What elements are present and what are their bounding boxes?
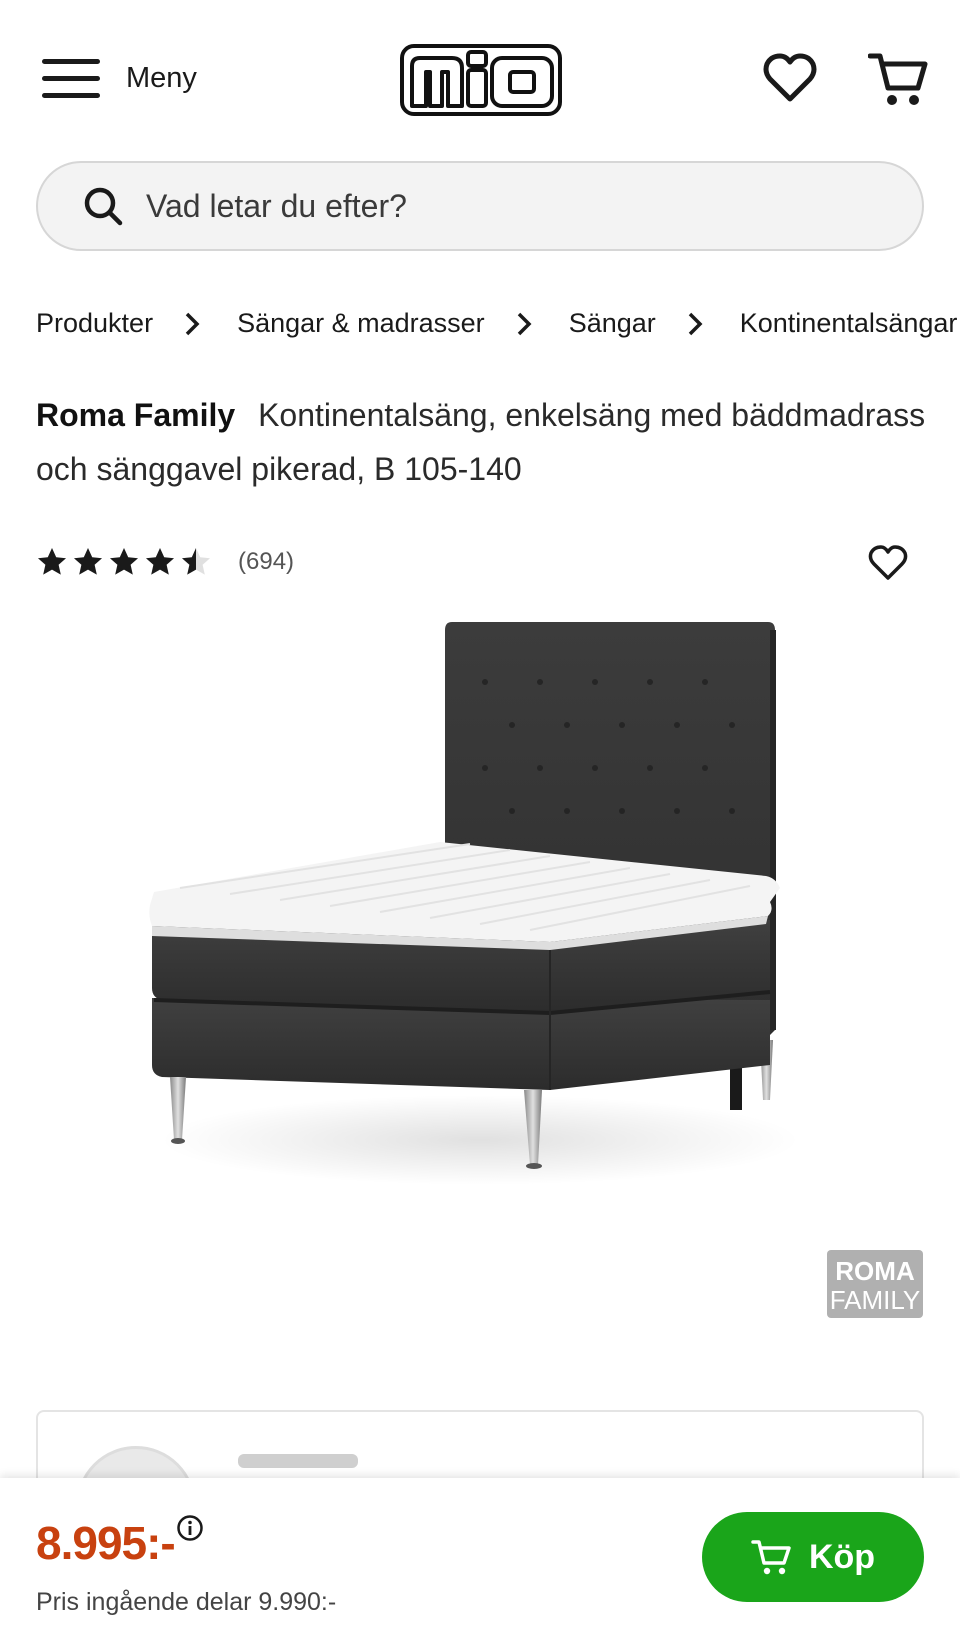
mio-logo[interactable]	[400, 44, 562, 116]
chevron-right-icon	[517, 312, 532, 335]
product-title: Roma Family Kontinentalsäng, enkelsäng m…	[36, 388, 936, 496]
breadcrumb: Produkter Sängar & madrasser Sängar Kont…	[36, 308, 957, 339]
option-label-placeholder	[238, 1454, 358, 1468]
star-icon	[38, 548, 66, 575]
chevron-right-icon	[185, 312, 200, 335]
breadcrumb-item-sangar-madrasser[interactable]: Sängar & madrasser	[237, 308, 485, 339]
header: Meny	[0, 0, 960, 160]
search-input[interactable]	[146, 187, 866, 225]
star-icon	[146, 548, 174, 575]
buy-button[interactable]: Köp	[702, 1512, 924, 1602]
brand-badge-line1: ROMA	[835, 1256, 915, 1286]
breadcrumb-item-produkter[interactable]: Produkter	[36, 308, 153, 339]
star-icon	[74, 548, 102, 575]
breadcrumb-item-kontinentalsangar[interactable]: Kontinentalsängar	[740, 308, 958, 339]
buy-button-label: Köp	[808, 1537, 876, 1576]
cart-icon[interactable]	[868, 50, 928, 108]
add-to-wishlist-heart-icon[interactable]	[868, 544, 908, 582]
search-bar[interactable]	[36, 161, 924, 251]
product-brand[interactable]: Roma Family	[36, 397, 235, 433]
star-icon	[110, 548, 138, 575]
info-icon[interactable]	[176, 1514, 204, 1542]
review-count: (694)	[238, 548, 295, 575]
cart-icon	[751, 1540, 791, 1575]
product-rating[interactable]: (694)	[36, 546, 294, 578]
hamburger-icon	[40, 56, 102, 100]
heart-icon[interactable]	[762, 52, 818, 104]
brand-badge-line2: FAMILY	[829, 1285, 921, 1315]
price-note: Pris ingående delar 9.990:-	[36, 1588, 337, 1616]
menu-label: Meny	[126, 61, 197, 94]
brand-badge: ROMA FAMILY	[827, 1250, 923, 1318]
sticky-buy-bar: 8.995:- Pris ingående delar 9.990:- Köp	[0, 1478, 960, 1635]
chevron-right-icon	[688, 312, 703, 335]
product-image[interactable]	[140, 620, 820, 1220]
search-icon[interactable]	[82, 185, 124, 227]
menu-button[interactable]: Meny	[40, 56, 197, 100]
star-rating	[36, 546, 216, 578]
breadcrumb-item-sangar[interactable]: Sängar	[569, 308, 656, 339]
star-icon	[182, 548, 210, 575]
product-price: 8.995:-	[36, 1517, 176, 1569]
